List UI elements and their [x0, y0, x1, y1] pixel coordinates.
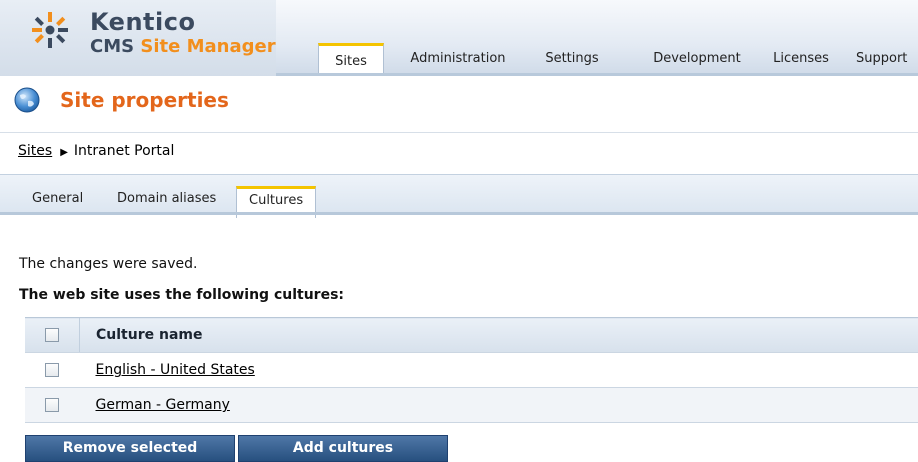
row-checkbox[interactable]	[45, 363, 59, 377]
grid-header-checkbox-cell	[25, 318, 80, 353]
grid-header-row: Culture name	[25, 318, 918, 353]
logo[interactable]: Kentico CMS Site Manager	[0, 0, 276, 76]
tab-licenses[interactable]: Licenses	[766, 44, 836, 74]
remove-selected-button[interactable]: Remove selected	[25, 435, 235, 462]
breadcrumb-current: Intranet Portal	[74, 143, 174, 159]
breadcrumb-arrow-icon: ▶	[60, 147, 68, 158]
logo-product-name: Site Manager	[140, 36, 275, 57]
breadcrumb: Sites ▶ Intranet Portal	[18, 143, 174, 159]
app-header: Kentico CMS Site Manager Sites Administr…	[0, 0, 918, 76]
main-tabbar: Sites Administration Settings Developmen…	[276, 0, 918, 76]
row-checkbox-cell	[25, 388, 80, 423]
page-title: Site properties	[60, 88, 229, 112]
breadcrumb-sites-link[interactable]: Sites	[18, 143, 52, 159]
tab-development[interactable]: Development	[642, 44, 752, 74]
globe-icon	[14, 87, 40, 113]
culture-name-cell: German - Germany	[80, 388, 918, 423]
add-cultures-button[interactable]: Add cultures	[238, 435, 448, 462]
row-checkbox-cell	[25, 353, 80, 388]
cultures-grid: Culture name English - United States Ger…	[25, 317, 918, 423]
table-row: German - Germany	[25, 388, 918, 423]
subtabbar-divider	[0, 212, 918, 215]
tab-sites[interactable]: Sites	[318, 43, 384, 77]
section-title: The web site uses the following cultures…	[19, 287, 344, 303]
page-title-bar: Site properties	[0, 76, 918, 133]
culture-link[interactable]: English - United States	[96, 362, 255, 378]
kentico-logo-icon	[30, 10, 70, 50]
logo-product-prefix: CMS	[90, 36, 134, 57]
tab-administration[interactable]: Administration	[398, 44, 518, 74]
logo-product: CMS Site Manager	[90, 36, 276, 57]
select-all-checkbox[interactable]	[45, 328, 59, 342]
subtab-general[interactable]: General	[32, 191, 83, 206]
sub-tabbar: General Domain aliases Cultures	[0, 174, 918, 215]
culture-link[interactable]: German - Germany	[96, 397, 230, 413]
tab-support[interactable]: Support	[856, 44, 918, 74]
tab-settings[interactable]: Settings	[534, 44, 610, 74]
logo-brand: Kentico	[90, 8, 195, 36]
subtab-domain-aliases[interactable]: Domain aliases	[117, 191, 216, 206]
status-message: The changes were saved.	[19, 256, 197, 272]
row-checkbox[interactable]	[45, 398, 59, 412]
table-row: English - United States	[25, 353, 918, 388]
grid-header-culture-name[interactable]: Culture name	[80, 318, 918, 353]
culture-name-cell: English - United States	[80, 353, 918, 388]
